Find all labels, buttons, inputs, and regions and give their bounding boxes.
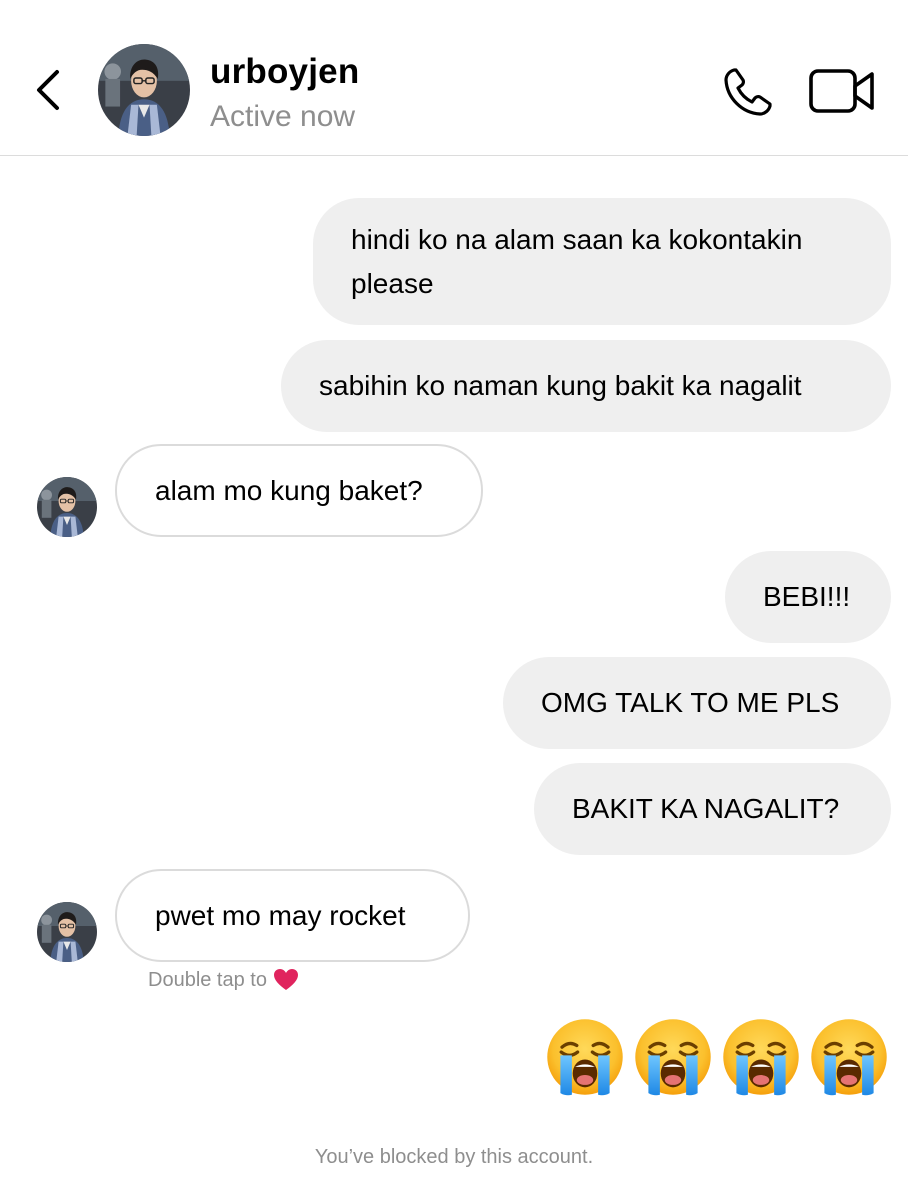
video-call-button[interactable]: [808, 66, 876, 116]
chat-header: urboyjen Active now: [0, 0, 908, 156]
outgoing-message[interactable]: BEBI!!!: [725, 551, 891, 643]
incoming-message[interactable]: alam mo kung baket?: [115, 444, 483, 537]
loudly-crying-face-icon: [808, 1016, 890, 1098]
double-tap-hint: Double tap to: [148, 968, 299, 992]
call-button[interactable]: [720, 64, 776, 120]
emoji-message[interactable]: [544, 1016, 890, 1098]
hint-text: Double tap to: [148, 968, 267, 991]
active-status: Active now: [210, 100, 356, 133]
message-text: sabihin ko naman kung bakit ka nagalit: [319, 370, 802, 401]
message-text: OMG TALK TO ME PLS: [541, 687, 840, 718]
outgoing-message[interactable]: BAKIT KA NAGALIT?: [534, 763, 891, 855]
loudly-crying-face-icon: [544, 1016, 626, 1098]
profile-avatar[interactable]: [98, 44, 190, 136]
loudly-crying-face-icon: [632, 1016, 714, 1098]
phone-icon: [724, 68, 772, 116]
sender-avatar[interactable]: [37, 477, 97, 537]
message-text: pwet mo may rocket: [155, 899, 406, 931]
video-camera-icon: [809, 69, 874, 113]
chat-username[interactable]: urboyjen: [210, 52, 359, 92]
message-text: hindi ko na alam saan ka kokontakin plea…: [351, 223, 803, 299]
message-text: BAKIT KA NAGALIT?: [572, 793, 840, 824]
outgoing-message[interactable]: sabihin ko naman kung bakit ka nagalit: [281, 340, 891, 432]
blocked-notice: You’ve blocked by this account.: [314, 1146, 594, 1168]
red-heart-icon: [273, 969, 298, 990]
back-button[interactable]: [28, 62, 68, 118]
chevron-left-icon: [37, 70, 59, 110]
outgoing-message[interactable]: hindi ko na alam saan ka kokontakin plea…: [313, 198, 891, 325]
incoming-message[interactable]: pwet mo may rocket: [115, 869, 470, 962]
outgoing-message[interactable]: OMG TALK TO ME PLS: [503, 657, 891, 749]
sender-avatar[interactable]: [37, 902, 97, 962]
message-text: alam mo kung baket?: [155, 474, 423, 506]
loudly-crying-face-icon: [720, 1016, 802, 1098]
message-text: BEBI!!!: [763, 581, 851, 612]
